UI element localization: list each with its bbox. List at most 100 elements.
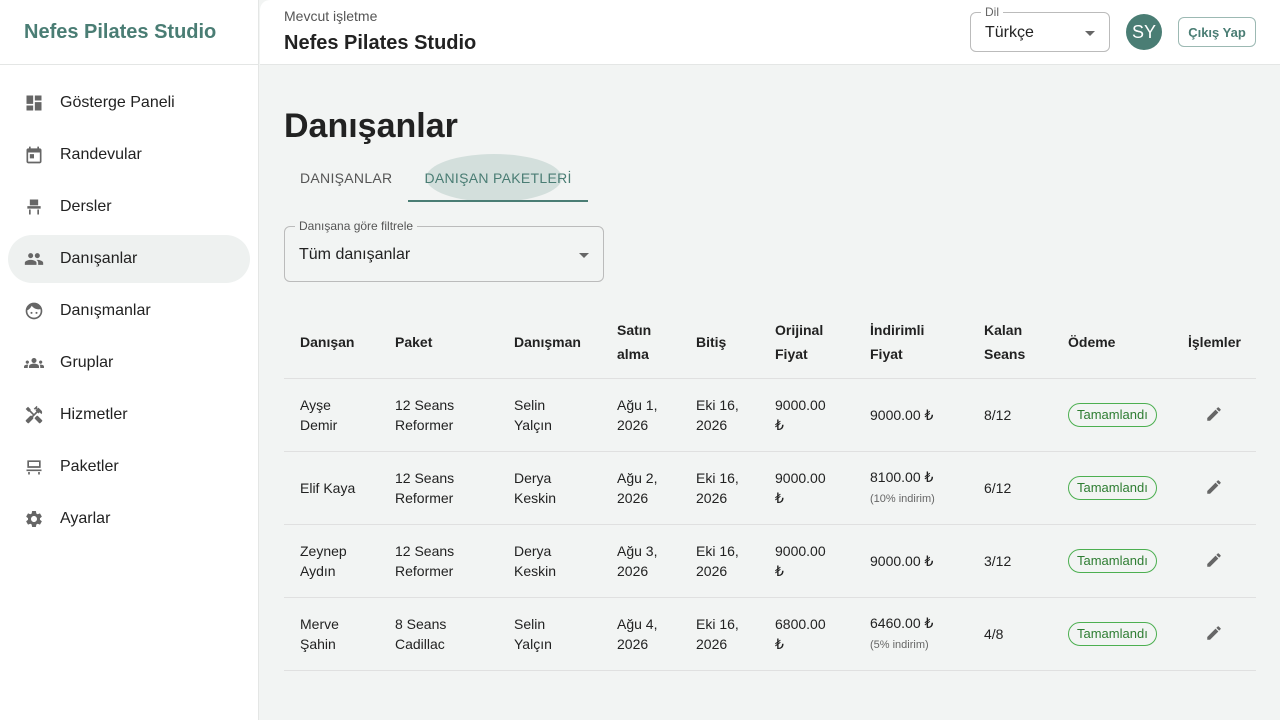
client-packages-table: Danışan Paket Danışman Satın alma Bitiş … bbox=[284, 306, 1256, 671]
column-header: Danışman bbox=[498, 306, 601, 379]
edit-icon[interactable] bbox=[1202, 402, 1226, 426]
calendar-icon bbox=[24, 145, 44, 165]
discounted-price: 8100.00 ₺ bbox=[870, 468, 934, 485]
business-caption: Mevcut işletme bbox=[284, 8, 378, 24]
sidebar-item-label: Gösterge Paneli bbox=[60, 94, 175, 111]
cell-end-date: Eki 16, 2026 bbox=[680, 378, 759, 452]
cell-package: 12 Seans Reformer bbox=[379, 378, 498, 452]
sidebar: Nefes Pilates Studio Gösterge Paneli Ran… bbox=[0, 0, 259, 720]
edit-icon[interactable] bbox=[1202, 548, 1226, 572]
cell-original-price: 9000.00 ₺ bbox=[759, 451, 854, 525]
cell-package: 12 Seans Reformer bbox=[379, 451, 498, 525]
table-row: Merve Şahin 8 Seans Cadillac Selin Yalçı… bbox=[284, 597, 1256, 671]
status-badge: Tamamlandı bbox=[1068, 548, 1157, 573]
tab-bar: DANIŞANLAR DANIŞAN PAKETLERİ bbox=[284, 154, 588, 202]
sidebar-item-services[interactable]: Hizmetler bbox=[8, 391, 250, 439]
cell-discounted-price: 8100.00 ₺ (10% indirim) bbox=[854, 451, 968, 525]
sidebar-item-groups[interactable]: Gruplar bbox=[8, 339, 250, 387]
business-name: Nefes Pilates Studio bbox=[284, 32, 477, 54]
cell-remaining-sessions: 4/8 bbox=[968, 597, 1052, 671]
cell-package: 12 Seans Reformer bbox=[379, 524, 498, 598]
cell-end-date: Eki 16, 2026 bbox=[680, 524, 759, 598]
tab-label: DANIŞANLAR bbox=[300, 170, 393, 186]
sidebar-item-appointments[interactable]: Randevular bbox=[8, 131, 250, 179]
sidebar-item-label: Danışanlar bbox=[60, 250, 138, 267]
cell-client: Ayşe Demir bbox=[284, 378, 379, 452]
column-header: Paket bbox=[379, 306, 498, 379]
edit-icon[interactable] bbox=[1202, 621, 1226, 645]
cell-client: Merve Şahin bbox=[284, 597, 379, 671]
language-select-label: Dil bbox=[981, 5, 1003, 19]
cell-client: Zeynep Aydın bbox=[284, 524, 379, 598]
discounted-price: 6460.00 ₺ bbox=[870, 614, 934, 631]
column-header: Ödeme bbox=[1052, 306, 1172, 379]
column-header: Satın alma bbox=[601, 306, 680, 379]
cell-payment: Tamamlandı bbox=[1052, 378, 1172, 452]
sidebar-item-clients[interactable]: Danışanlar bbox=[8, 235, 250, 283]
sidebar-item-dashboard[interactable]: Gösterge Paneli bbox=[8, 79, 250, 127]
logout-button[interactable]: Çıkış Yap bbox=[1178, 17, 1256, 47]
sidebar-item-label: Ayarlar bbox=[60, 510, 111, 527]
cell-payment: Tamamlandı bbox=[1052, 597, 1172, 671]
sidebar-item-classes[interactable]: Dersler bbox=[8, 183, 250, 231]
client-filter-label: Danışana göre filtrele bbox=[295, 219, 418, 233]
cell-consultant: Selin Yalçın bbox=[498, 378, 601, 452]
dashboard-icon bbox=[24, 93, 44, 113]
cell-original-price: 9000.00 ₺ bbox=[759, 378, 854, 452]
client-filter-value: Tüm danışanlar bbox=[299, 246, 411, 263]
discount-note: (5% indirim) bbox=[870, 638, 929, 651]
cell-purchase-date: Ağu 2, 2026 bbox=[601, 451, 680, 525]
status-badge: Tamamlandı bbox=[1068, 621, 1157, 646]
sidebar-item-label: Danışmanlar bbox=[60, 302, 151, 319]
brand-name: Nefes Pilates Studio bbox=[24, 20, 217, 43]
sidebar-item-settings[interactable]: Ayarlar bbox=[8, 495, 250, 543]
table-header-row: Danışan Paket Danışman Satın alma Bitiş … bbox=[284, 306, 1256, 379]
cell-actions bbox=[1172, 524, 1256, 598]
chevron-down-icon bbox=[1085, 31, 1095, 36]
sidebar-item-consultants[interactable]: Danışmanlar bbox=[8, 287, 250, 335]
cell-discounted-price: 9000.00 ₺ bbox=[854, 524, 968, 598]
main-content: Danışanlar DANIŞANLAR DANIŞAN PAKETLERİ … bbox=[260, 65, 1280, 720]
discounted-price: 9000.00 ₺ bbox=[870, 552, 934, 569]
cell-end-date: Eki 16, 2026 bbox=[680, 597, 759, 671]
cell-purchase-date: Ağu 1, 2026 bbox=[601, 378, 680, 452]
sidebar-item-label: Gruplar bbox=[60, 354, 114, 371]
avatar[interactable]: SY bbox=[1126, 14, 1162, 50]
cell-client: Elif Kaya bbox=[284, 451, 379, 525]
cell-package: 8 Seans Cadillac bbox=[379, 597, 498, 671]
cell-actions bbox=[1172, 378, 1256, 452]
cell-consultant: Derya Keskin bbox=[498, 451, 601, 525]
top-bar: Mevcut işletme Nefes Pilates Studio Dil … bbox=[260, 0, 1280, 65]
page-title: Danışanlar bbox=[284, 107, 458, 145]
client-filter-select[interactable]: Danışana göre filtrele Tüm danışanlar bbox=[284, 219, 604, 282]
cell-original-price: 6800.00 ₺ bbox=[759, 597, 854, 671]
tab-client-packages[interactable]: DANIŞAN PAKETLERİ bbox=[408, 154, 588, 202]
language-select[interactable]: Dil Türkçe bbox=[970, 5, 1110, 52]
table-row: Elif Kaya 12 Seans Reformer Derya Keskin… bbox=[284, 451, 1256, 525]
cell-consultant: Selin Yalçın bbox=[498, 597, 601, 671]
face-icon bbox=[24, 301, 44, 321]
groups-icon bbox=[24, 353, 44, 373]
cell-purchase-date: Ağu 4, 2026 bbox=[601, 597, 680, 671]
discounted-price: 9000.00 ₺ bbox=[870, 406, 934, 423]
column-header: İşlemler bbox=[1172, 306, 1256, 379]
cell-purchase-date: Ağu 3, 2026 bbox=[601, 524, 680, 598]
cell-actions bbox=[1172, 451, 1256, 525]
cell-end-date: Eki 16, 2026 bbox=[680, 451, 759, 525]
status-badge: Tamamlandı bbox=[1068, 402, 1157, 427]
column-header: Bitiş bbox=[680, 306, 759, 379]
tab-clients[interactable]: DANIŞANLAR bbox=[284, 154, 408, 202]
brand: Nefes Pilates Studio bbox=[0, 0, 258, 65]
cell-remaining-sessions: 8/12 bbox=[968, 378, 1052, 452]
cell-payment: Tamamlandı bbox=[1052, 451, 1172, 525]
sidebar-item-packages[interactable]: Paketler bbox=[8, 443, 250, 491]
column-header: Kalan Seans bbox=[968, 306, 1052, 379]
discount-note: (10% indirim) bbox=[870, 492, 935, 505]
edit-icon[interactable] bbox=[1202, 475, 1226, 499]
sidebar-item-label: Hizmetler bbox=[60, 406, 128, 423]
cell-consultant: Derya Keskin bbox=[498, 524, 601, 598]
cell-remaining-sessions: 6/12 bbox=[968, 451, 1052, 525]
tools-icon bbox=[24, 405, 44, 425]
sidebar-nav: Gösterge Paneli Randevular Dersler Danış… bbox=[0, 65, 258, 543]
cell-discounted-price: 9000.00 ₺ bbox=[854, 378, 968, 452]
